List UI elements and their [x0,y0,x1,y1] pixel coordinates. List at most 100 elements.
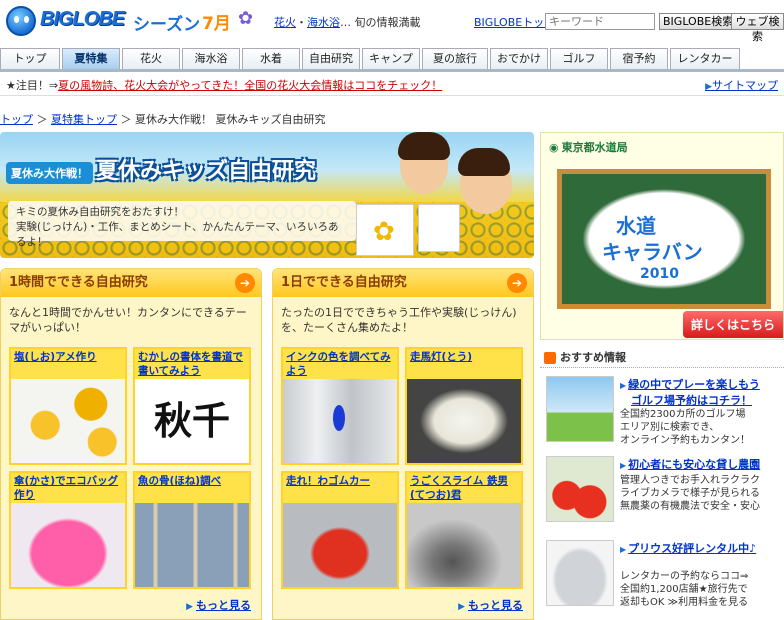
item-ink-color[interactable]: インクの色を調べてみよう [281,347,399,465]
logo-text[interactable]: BIGLOBE [40,8,125,31]
item-caption[interactable]: うごくスライム 鉄男(てつお)君 [407,473,521,503]
tab-rentacar[interactable]: レンタカー [670,48,740,69]
tab-summer-travel[interactable]: 夏の旅行 [422,48,488,69]
hero-desc-box: キミの夏休み自由研究をおたすけ！ 実験(じっけん)・工作、まとめシート、かんたん… [8,201,356,248]
ad-board: 水道 キャラバン 2010 [557,169,771,309]
item-caption[interactable]: 塩(しお)アメ作り [11,349,125,379]
tagline: 花火・海水浴… 旬の情報満載 [274,14,421,30]
golf-image [546,376,614,442]
promo-desc-line: オンライン予約もカンタン！ [620,435,750,446]
item-somato[interactable]: 走馬灯(とう) [405,347,523,465]
ad-org: 東京都水道局 [549,139,628,155]
more-link[interactable]: もっと見る [458,597,523,613]
lantern-image [407,379,521,463]
tab-hanabi[interactable]: 花火 [122,48,180,69]
item-caption[interactable]: インクの色を調べてみよう [283,349,397,379]
promo-title-text: 緑の中でプレーを楽しもう [628,378,760,391]
biglobe-search-button[interactable]: BIGLOBE検索 [659,13,738,30]
promo-desc-line: 全国約1,200店舗★旅行先で [620,584,748,595]
search-input[interactable] [545,13,655,30]
ink-glass-image [283,379,397,463]
biglobe-top-link[interactable]: BIGLOBEトップ [474,14,555,30]
promo-desc-line: レンタカーの予約ならココ⇒ [620,571,749,582]
ad-year: 2010 [640,266,679,282]
promo-farm[interactable]: 初心者にも安心な貸し農園 管理人つきでお手入れラクラク ライブカメラで様子が見ら… [544,454,784,530]
girl-illustration [398,132,450,194]
breadcrumb-sep: ＞ [120,113,132,126]
tab-odekake[interactable]: おでかけ [490,48,548,69]
hero-banner[interactable]: ✿ 夏休み大作戦！ 夏休みキッズ自由研究 キミの夏休み自由研究をおたすけ！ 実験… [0,132,534,258]
panel-one-day-desc: たったの1日でできちゃう工作や実験(じっけん)を、たーくさん集めたよ！ [281,306,517,334]
item-rubber-car[interactable]: 走れ！わゴムカー [281,471,399,589]
sitemap-arrow-icon: ▶ [705,82,712,92]
breadcrumb-summer[interactable]: 夏特集トップ [51,113,117,126]
promo-title[interactable]: プリウス好評レンタル中♪ [620,540,756,556]
promo-title-text: 初心者にも安心な貸し農園 [628,458,761,471]
promo-desc: 全国約2300カ所のゴルフ場 エリア別に検索でき、 オンライン予約もカンタン！ [620,408,750,447]
promo-rentacar[interactable]: プリウス好評レンタル中♪ レンタカーの予約ならココ⇒ 全国約1,200店舗★旅行… [544,538,784,614]
web-search-button[interactable]: ウェブ検索 [731,13,784,43]
biglobe-logo-icon[interactable] [6,6,36,36]
recommend-heading: おすすめ情報 [540,348,784,368]
promo-golf[interactable]: 緑の中でプレーを楽しもうゴルフ場予約はコチラ！ 全国約2300カ所のゴルフ場 エ… [544,374,784,450]
tomato-image [546,456,614,522]
candy-image [11,379,125,463]
car-image [546,540,614,606]
item-slime[interactable]: うごくスライム 鉄男(てつお)君 [405,471,523,589]
notice-prefix: ★注目！⇒ [6,79,59,92]
item-caption[interactable]: 走馬灯(とう) [407,349,521,379]
panel-one-hour-header[interactable]: 1時間でできる自由研究 ➔ [1,269,261,297]
item-shio-ame[interactable]: 塩(しお)アメ作り [9,347,127,465]
calligraphy-image: 秋千 [135,379,249,463]
sunflower-sheet: ✿ [356,204,414,256]
breadcrumb: トップ ＞ 夏特集トップ ＞ 夏休み大作戦！ 夏休みキッズ自由研究 [0,111,326,127]
promo-title[interactable]: 初心者にも安心な貸し農園 [620,456,760,472]
tab-kaisuiyoku[interactable]: 海水浴 [182,48,240,69]
slime-image [407,503,521,587]
item-caption[interactable]: 走れ！わゴムカー [283,473,397,503]
notice-link[interactable]: 夏の風物詩、花火大会がやってきた！全国の花火大会情報はココをチェック！ [58,79,442,92]
tab-camp[interactable]: キャンプ [362,48,420,69]
tab-mizugi[interactable]: 水着 [242,48,300,69]
tab-jiyu-kenkyu[interactable]: 自由研究 [302,48,360,69]
water-caravan-ad[interactable]: 東京都水道局 水道 キャラバン 2010 詳しくはこちら [540,132,784,340]
item-eco-bag[interactable]: 傘(かさ)でエコバッグ作り [9,471,127,589]
tagline-kaisuiyoku-link[interactable]: 海水浴 [307,16,340,29]
tagline-hanabi-link[interactable]: 花火 [274,16,296,29]
item-caption[interactable]: 魚の骨(ほね)調べ [135,473,249,503]
panel-one-day-title: 1日でできる自由研究 [281,275,407,290]
promo-title[interactable]: 緑の中でプレーを楽しもうゴルフ場予約はコチラ！ [620,376,760,408]
sitemap-link[interactable]: ▶サイトマップ [705,76,778,97]
header: BIGLOBE シーズン 7月 ✿ 花火・海水浴… 旬の情報満載 BIGLOBE… [0,0,784,43]
panel-one-day-header[interactable]: 1日でできる自由研究 ➔ [273,269,533,297]
item-fish-bone[interactable]: 魚の骨(ほね)調べ [133,471,251,589]
ink-drop-icon [333,405,345,431]
tab-top[interactable]: トップ [0,48,60,69]
details-button[interactable]: 詳しくはこちら [682,311,783,338]
promo-desc-line: 返却もOK ≫利用料金を見る [620,597,749,608]
promo-desc: レンタカーの予約ならココ⇒ 全国約1,200店舗★旅行先で 返却もOK ≫利用料… [620,570,748,609]
promo-desc-line: 管理人つきでお手入れラクラク [620,475,760,486]
promo-desc-line: ライブカメラで様子が見られる [620,488,760,499]
breadcrumb-current: 夏休み大作戦！ 夏休みキッズ自由研究 [135,113,326,126]
season-title: シーズン [133,15,201,35]
tagline-rest: … 旬の情報満載 [340,16,421,29]
more-link[interactable]: もっと見る [186,597,251,613]
month-label: 7月 [202,14,231,34]
arrow-right-icon[interactable]: ➔ [507,273,527,293]
promo-title-text-2: ゴルフ場予約はコチラ！ [631,394,752,407]
tab-golf[interactable]: ゴルフ [550,48,608,69]
tab-yado[interactable]: 宿予約 [610,48,668,69]
item-caption[interactable]: むかしの書体を書道で書いてみよう [135,349,249,379]
ad-title-line2: キャラバン [602,240,703,264]
breadcrumb-home[interactable]: トップ [0,113,33,126]
tab-summer-special[interactable]: 夏特集 [62,48,120,69]
promo-title-text: プリウス好評レンタル中♪ [628,542,757,555]
tagline-sep: ・ [296,16,307,29]
item-caption[interactable]: 傘(かさ)でエコバッグ作り [11,473,125,503]
item-shodo[interactable]: むかしの書体を書道で書いてみよう 秋千 [133,347,251,465]
flower-icon: ✿ [238,8,254,29]
arrow-right-icon[interactable]: ➔ [235,273,255,293]
ecobag-image [11,503,125,587]
hero-badge: 夏休み大作戦！ [6,162,93,184]
